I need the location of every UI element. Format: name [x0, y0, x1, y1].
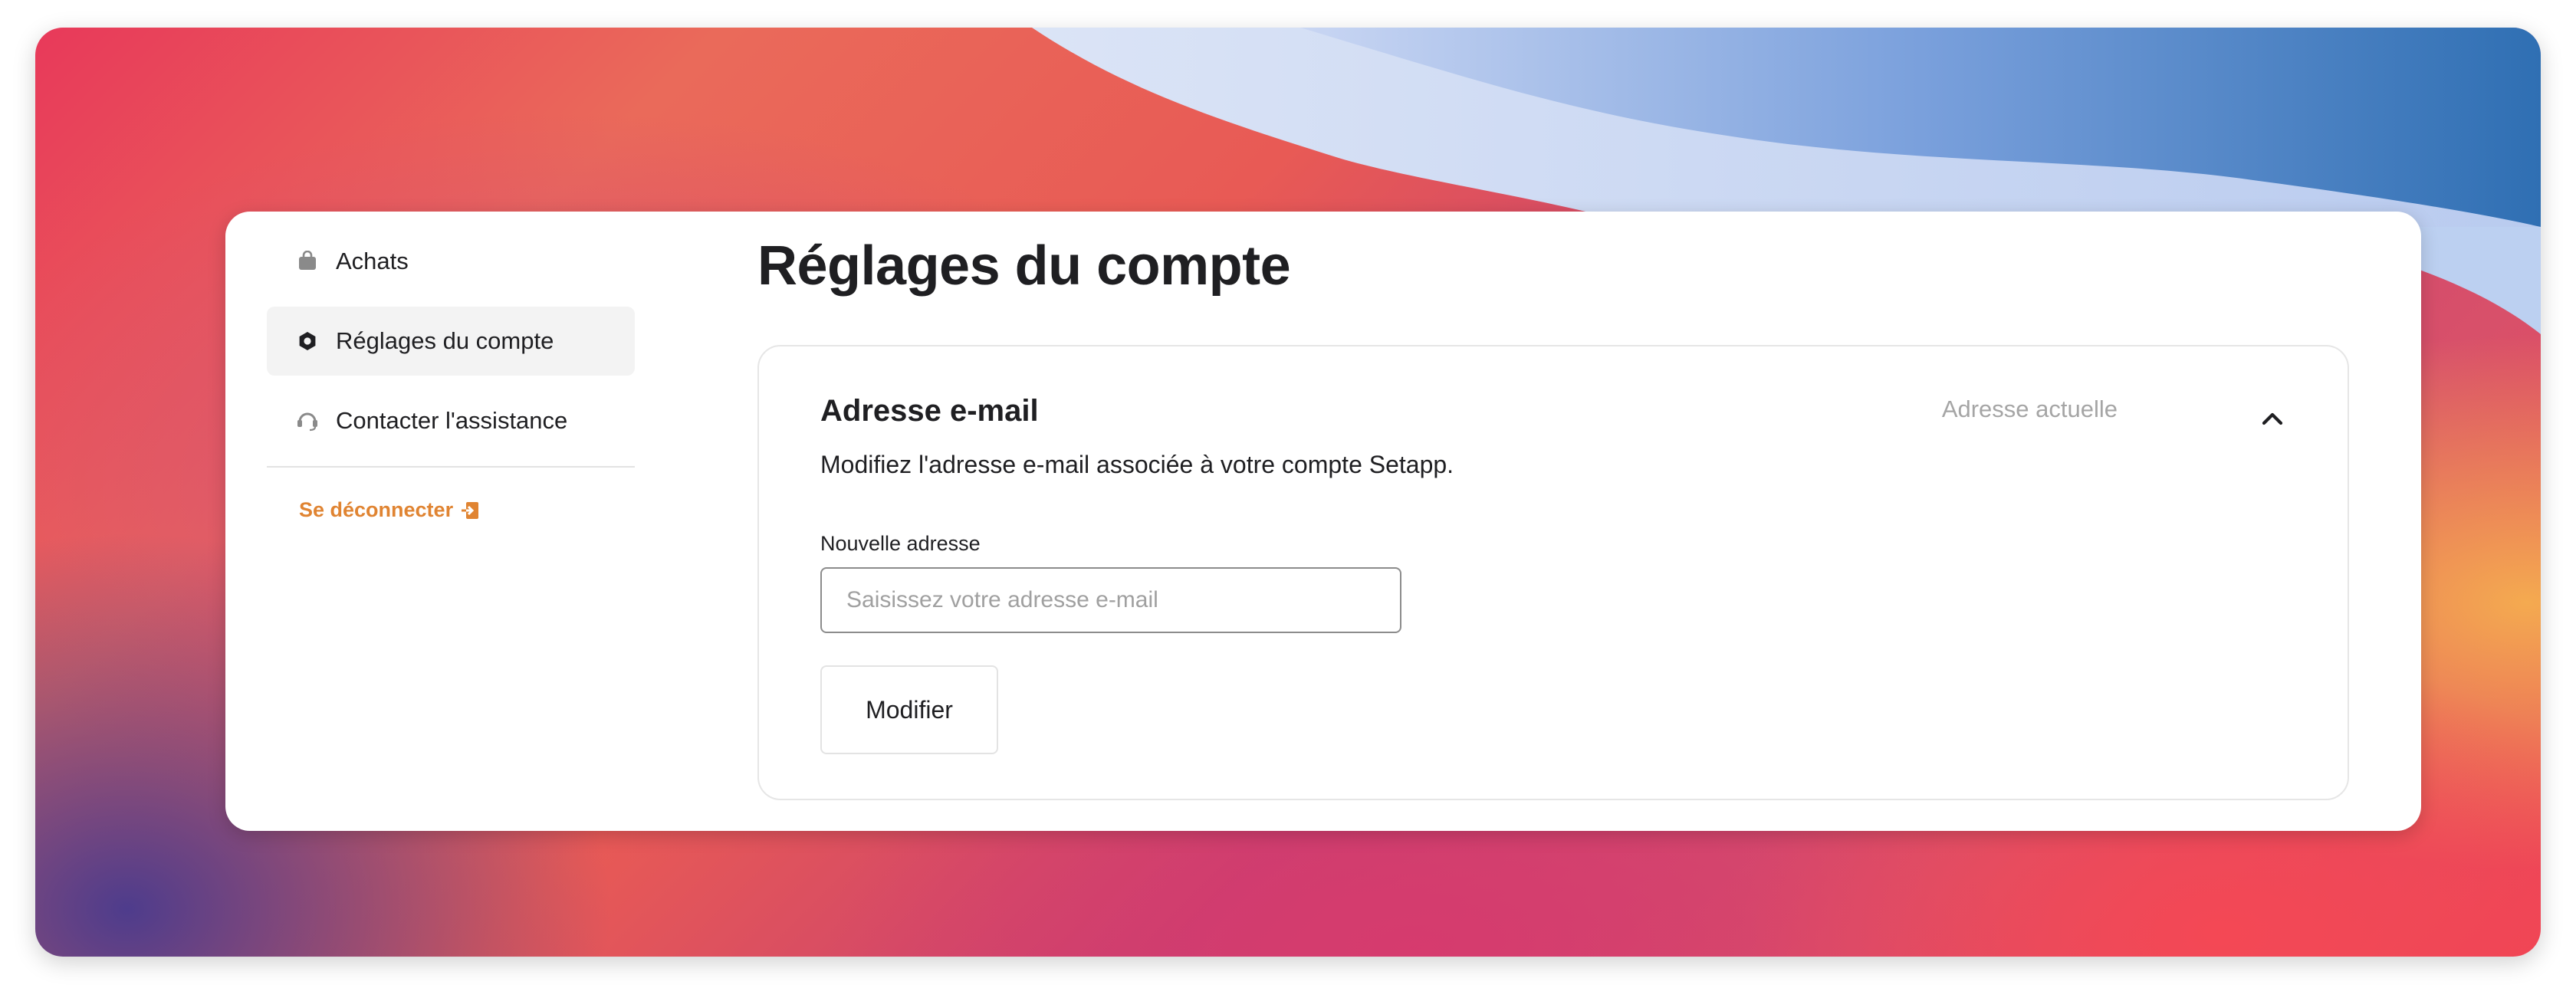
- new-email-input[interactable]: [820, 567, 1401, 633]
- sidebar-item-label: Contacter l'assistance: [336, 407, 568, 434]
- new-address-label: Nouvelle adresse: [820, 532, 981, 555]
- chevron-up-icon[interactable]: [2259, 405, 2286, 432]
- logout-link[interactable]: Se déconnecter: [299, 498, 481, 522]
- logout-icon: [459, 500, 481, 521]
- headset-icon: [294, 408, 320, 434]
- gear-icon: [294, 328, 320, 354]
- sidebar-item-label: Achats: [336, 248, 409, 274]
- desktop-wallpaper-window: Achats Réglages du compte Contacter l'as…: [35, 28, 2541, 957]
- sidebar-item-reglages-du-compte[interactable]: Réglages du compte: [267, 307, 635, 376]
- page-title: Réglages du compte: [757, 235, 1291, 297]
- email-panel-description: Modifiez l'adresse e-mail associée à vot…: [820, 451, 1454, 478]
- modify-button[interactable]: Modifier: [820, 665, 998, 754]
- current-address-label: Adresse actuelle: [1941, 396, 2118, 422]
- sidebar-item-achats[interactable]: Achats: [267, 227, 635, 296]
- sidebar-item-contacter-assistance[interactable]: Contacter l'assistance: [267, 386, 635, 455]
- sidebar-divider: [267, 466, 635, 468]
- email-settings-panel: Adresse e-mail Adresse actuelle Modifiez…: [757, 345, 2349, 800]
- account-settings-card: Achats Réglages du compte Contacter l'as…: [225, 212, 2421, 831]
- sidebar-item-label: Réglages du compte: [336, 327, 554, 354]
- bag-icon: [294, 248, 320, 274]
- email-panel-title: Adresse e-mail: [820, 394, 1039, 428]
- sidebar-nav: Achats Réglages du compte Contacter l'as…: [267, 227, 635, 522]
- logout-label: Se déconnecter: [299, 498, 454, 521]
